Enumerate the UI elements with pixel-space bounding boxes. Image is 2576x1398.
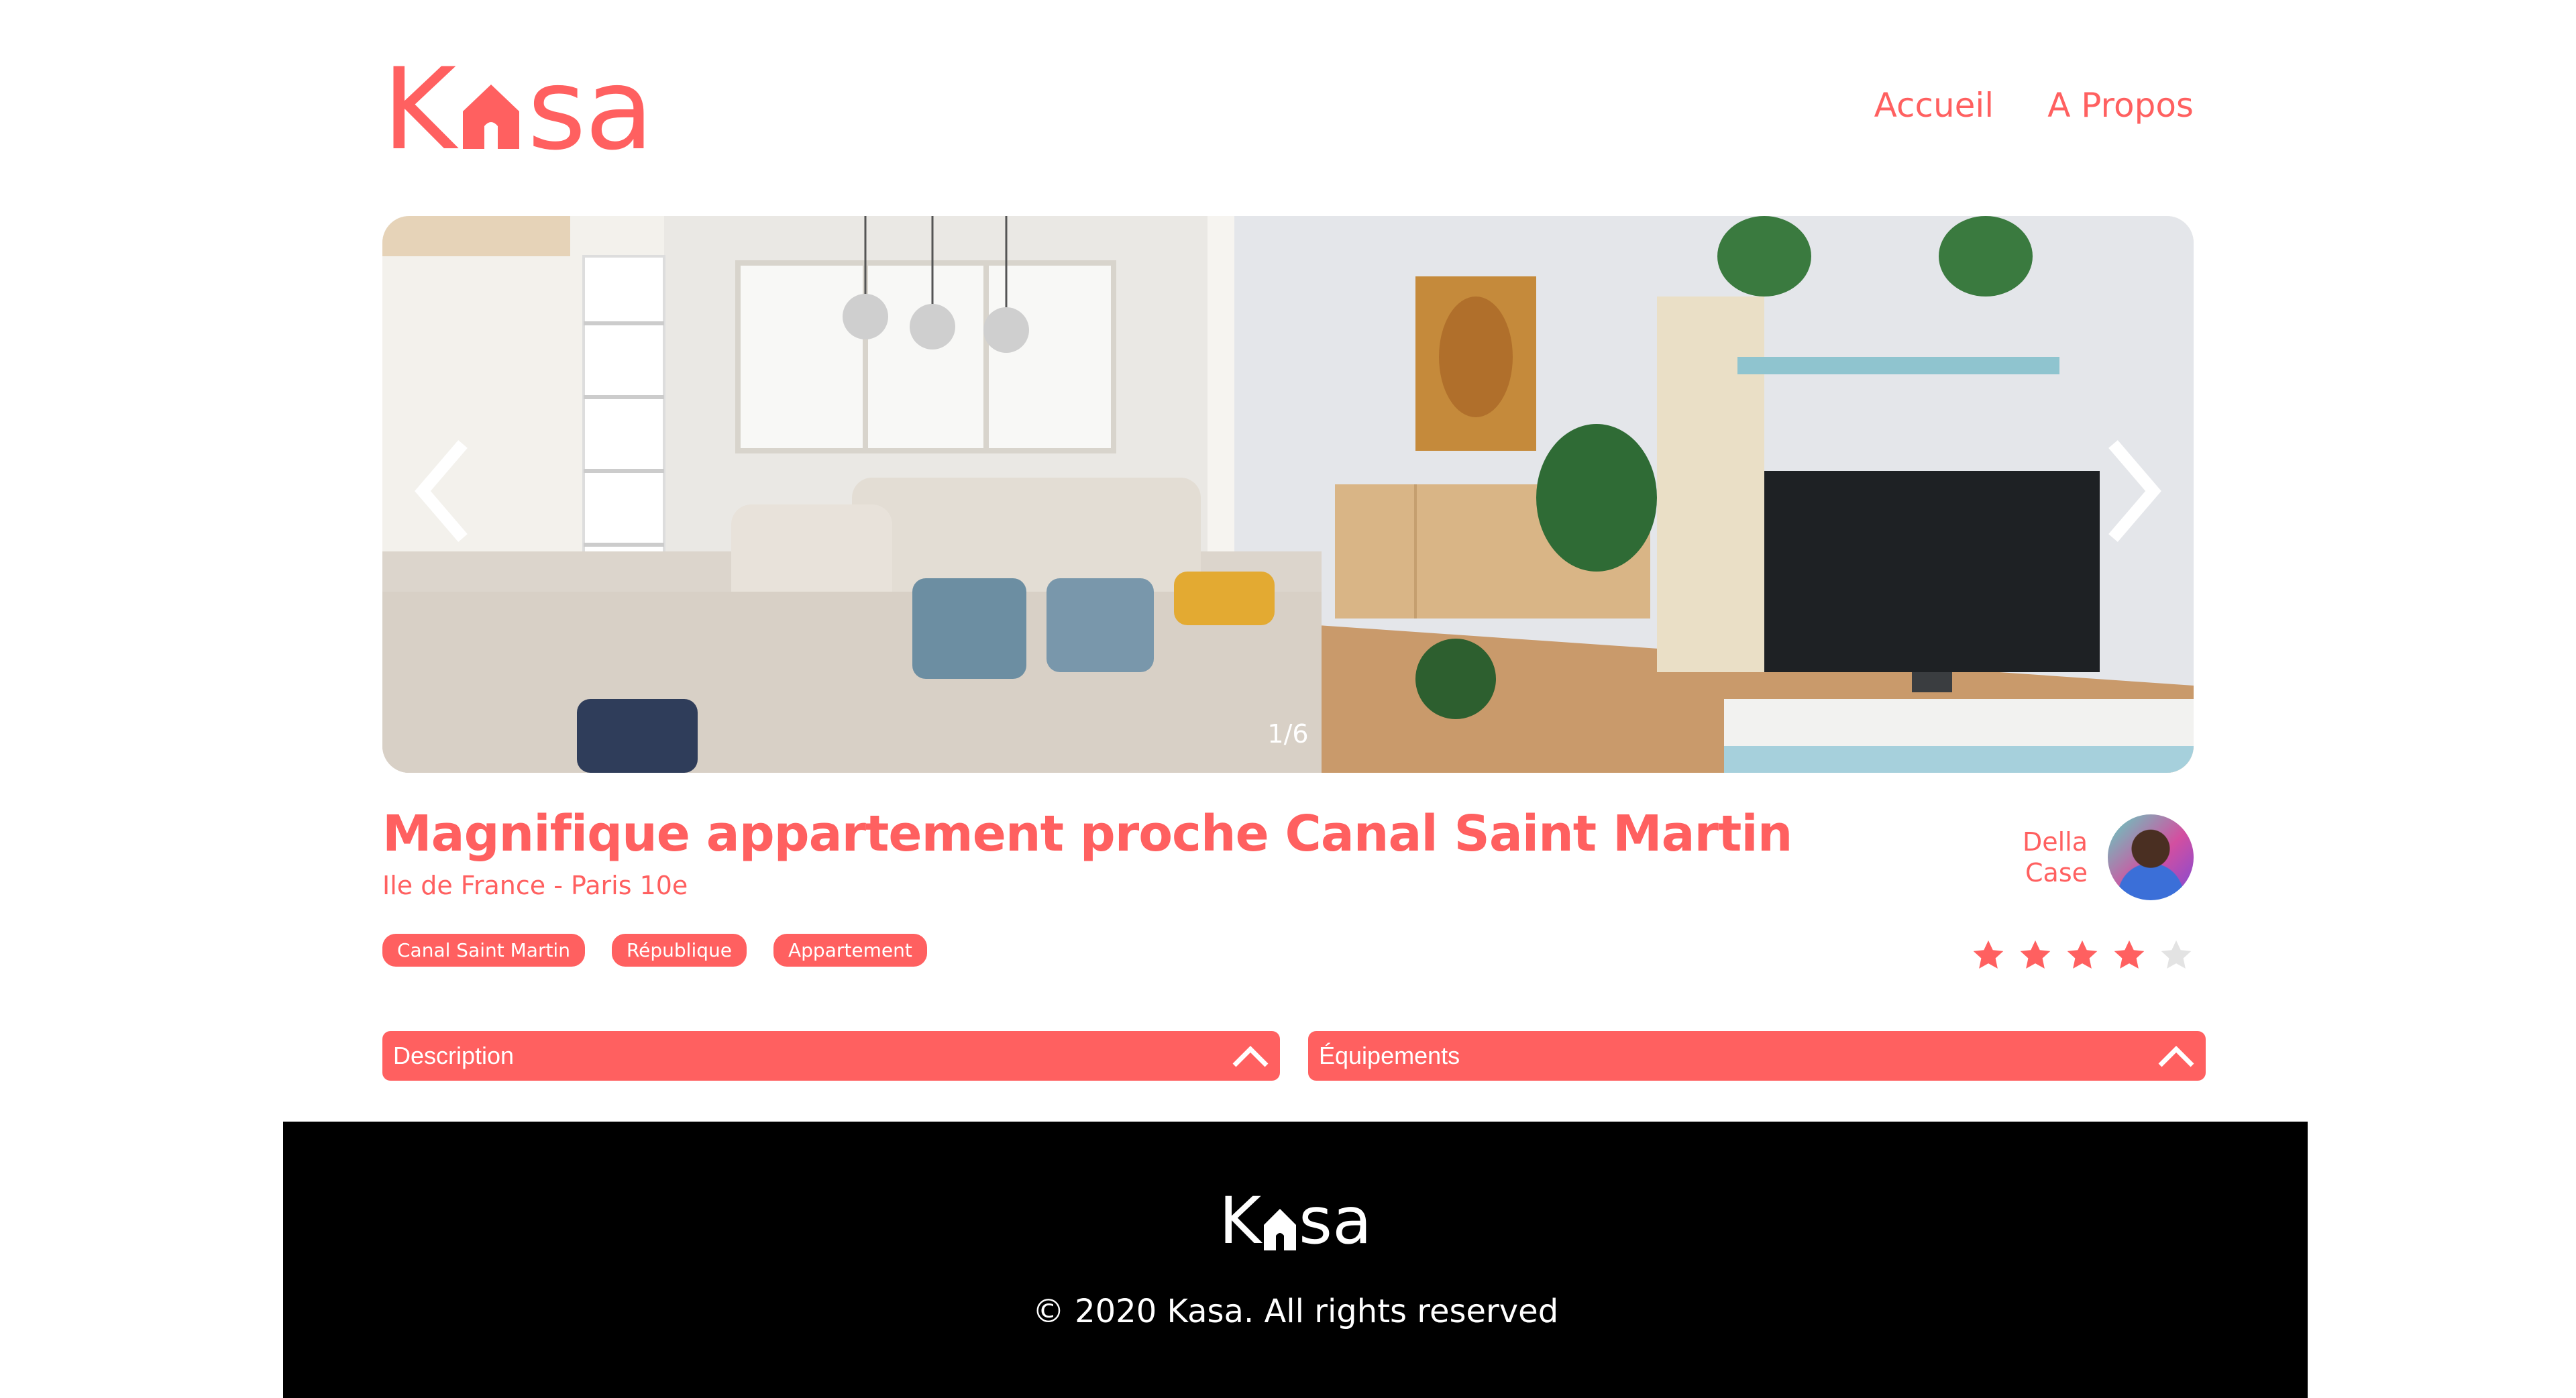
chevron-up-icon[interactable] xyxy=(2156,1042,2196,1069)
star-filled-icon xyxy=(2067,940,2098,969)
star-filled-icon xyxy=(1973,940,2004,969)
kasa-logo[interactable]: K sa xyxy=(382,53,654,166)
host-first-name: Della xyxy=(2022,827,2088,857)
chevron-right-icon xyxy=(2108,440,2161,542)
host-name: Della Case xyxy=(2023,826,2088,888)
copyright-text: © 2020 Kasa. All rights reserved xyxy=(1032,1293,1559,1330)
footer-kasa-logo: Ksa xyxy=(283,1189,2308,1253)
tag: Appartement xyxy=(773,934,927,967)
carousel-prev-button[interactable] xyxy=(409,437,476,545)
listing-location: Ile de France - Paris 10e xyxy=(382,871,688,900)
nav-link-accueil[interactable]: Accueil xyxy=(1874,86,1994,125)
tag-list: Canal Saint Martin République Appartemen… xyxy=(382,934,927,967)
logo-letter-k: K xyxy=(382,44,456,175)
footer-logo-letter-k: K xyxy=(1219,1183,1262,1258)
star-empty-icon xyxy=(2161,940,2192,969)
nav-link-a-propos[interactable]: A Propos xyxy=(2047,86,2194,125)
star-filled-icon xyxy=(2114,940,2145,969)
page: K sa Accueil A Propos 1/6 Magnifique app… xyxy=(0,0,2576,1398)
star-filled-icon xyxy=(2020,940,2051,969)
main-nav: Accueil A Propos xyxy=(1874,86,2194,125)
host-info: Della Case xyxy=(2023,814,2194,900)
house-icon xyxy=(1261,1199,1299,1252)
header: K sa Accueil A Propos xyxy=(382,53,2194,166)
chevron-up-icon[interactable] xyxy=(1230,1042,1271,1069)
tag: Canal Saint Martin xyxy=(382,934,585,967)
description-collapse[interactable]: Description xyxy=(382,1031,1280,1081)
rating-stars xyxy=(1971,938,2194,973)
description-label: Description xyxy=(393,1042,515,1069)
house-icon xyxy=(458,59,525,160)
photo-carousel: 1/6 xyxy=(382,216,2194,773)
equipments-label: Équipements xyxy=(1319,1042,1460,1069)
carousel-next-button[interactable] xyxy=(2100,437,2167,545)
footer-logo-letters-sa: sa xyxy=(1299,1183,1372,1258)
host-last-name: Case xyxy=(2025,858,2088,888)
host-avatar xyxy=(2108,814,2194,900)
listing-title: Magnifique appartement proche Canal Sain… xyxy=(382,805,1792,863)
carousel-photo xyxy=(382,216,2194,773)
tag: République xyxy=(611,934,747,967)
equipments-collapse[interactable]: Équipements xyxy=(1308,1031,2206,1081)
footer: Ksa © 2020 Kasa. All rights reserved xyxy=(283,1122,2308,1398)
carousel-counter: 1/6 xyxy=(1267,719,1309,749)
chevron-left-icon xyxy=(415,440,468,542)
logo-letters-sa: sa xyxy=(527,44,653,175)
